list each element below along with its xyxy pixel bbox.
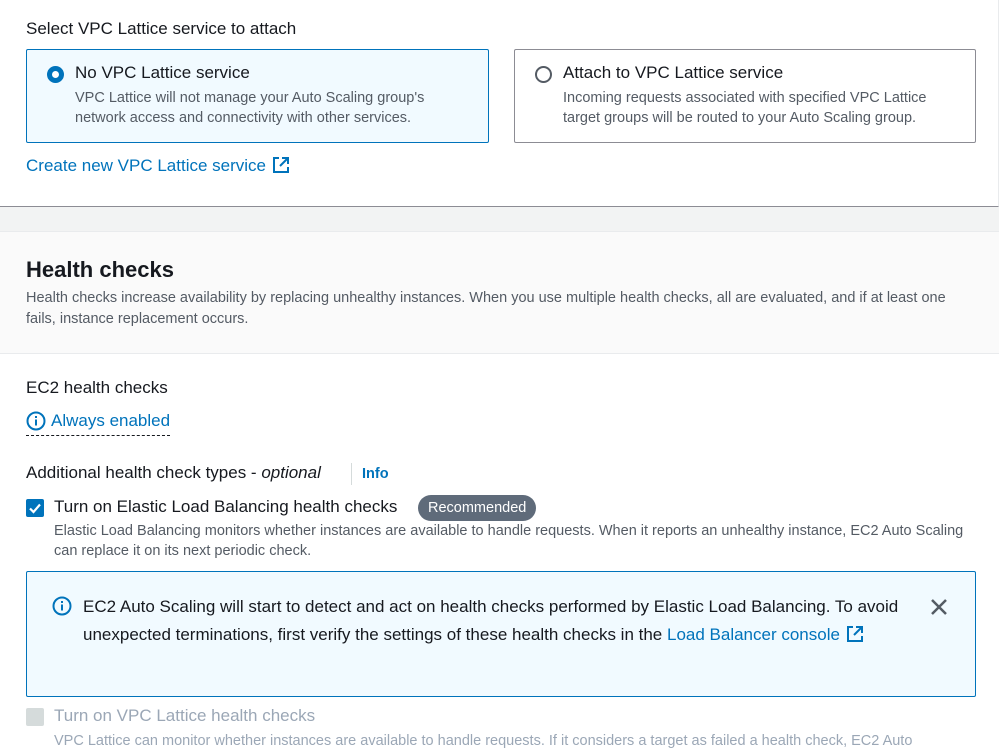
tile-no-lattice[interactable]: No VPC Lattice service VPC Lattice will … bbox=[26, 49, 489, 143]
tile-description: Incoming requests associated with specif… bbox=[563, 90, 927, 126]
external-link-icon bbox=[846, 626, 863, 642]
lattice-health-check-description: VPC Lattice can monitor whether instance… bbox=[54, 733, 913, 749]
tile-description: VPC Lattice will not manage your Auto Sc… bbox=[75, 90, 425, 126]
lattice-health-check-checkbox[interactable] bbox=[26, 708, 44, 726]
load-balancer-console-label: Load Balancer console bbox=[666, 625, 840, 644]
info-circle-icon bbox=[52, 596, 72, 616]
info-link[interactable]: Info bbox=[362, 466, 389, 482]
checkmark-icon bbox=[29, 503, 41, 514]
health-checks-title: Health checks bbox=[26, 257, 174, 282]
ec2-health-checks-label: EC2 health checks bbox=[26, 378, 168, 397]
health-checks-header: Health checks Health checks increase ava… bbox=[0, 232, 999, 354]
health-checks-description: Health checks increase availability by r… bbox=[26, 290, 946, 327]
external-link-icon bbox=[273, 157, 289, 173]
always-enabled-text: Always enabled bbox=[51, 410, 171, 430]
tile-title: Attach to VPC Lattice service bbox=[563, 63, 784, 82]
alert-text: EC2 Auto Scaling will start to detect an… bbox=[83, 593, 903, 649]
recommended-badge: Recommended bbox=[418, 495, 537, 521]
load-balancer-console-link[interactable]: Load Balancer console bbox=[667, 625, 864, 644]
elb-health-check-checkbox[interactable] bbox=[26, 499, 44, 517]
additional-health-check-label: Additional health check types - optional bbox=[26, 463, 321, 483]
tile-title: No VPC Lattice service bbox=[75, 63, 250, 82]
health-checks-section: Health checks Health checks increase ava… bbox=[0, 231, 999, 755]
create-lattice-link[interactable]: Create new VPC Lattice service bbox=[26, 156, 290, 176]
close-icon[interactable] bbox=[929, 597, 949, 617]
lattice-heading: Select VPC Lattice service to attach bbox=[26, 19, 297, 38]
elb-info-alert: EC2 Auto Scaling will start to detect an… bbox=[26, 571, 976, 697]
lattice-health-check-label[interactable]: Turn on VPC Lattice health checks bbox=[54, 706, 315, 726]
radio-no-lattice[interactable] bbox=[47, 66, 64, 83]
elb-health-check-label[interactable]: Turn on Elastic Load Balancing health ch… bbox=[54, 497, 397, 517]
info-divider bbox=[351, 463, 352, 485]
vpc-lattice-section: Select VPC Lattice service to attach No … bbox=[0, 0, 999, 207]
additional-label-text: Additional health check types - bbox=[26, 463, 262, 482]
elb-health-check-description: Elastic Load Balancing monitors whether … bbox=[54, 523, 964, 559]
optional-text: optional bbox=[261, 463, 321, 482]
tile-attach-lattice[interactable]: Attach to VPC Lattice service Incoming r… bbox=[514, 49, 976, 143]
radio-attach-lattice[interactable] bbox=[535, 66, 552, 83]
create-lattice-link-label: Create new VPC Lattice service bbox=[26, 156, 266, 175]
info-circle-icon bbox=[26, 411, 46, 430]
section-gap bbox=[0, 207, 999, 231]
always-enabled-popover[interactable]: Always enabled bbox=[26, 408, 171, 436]
